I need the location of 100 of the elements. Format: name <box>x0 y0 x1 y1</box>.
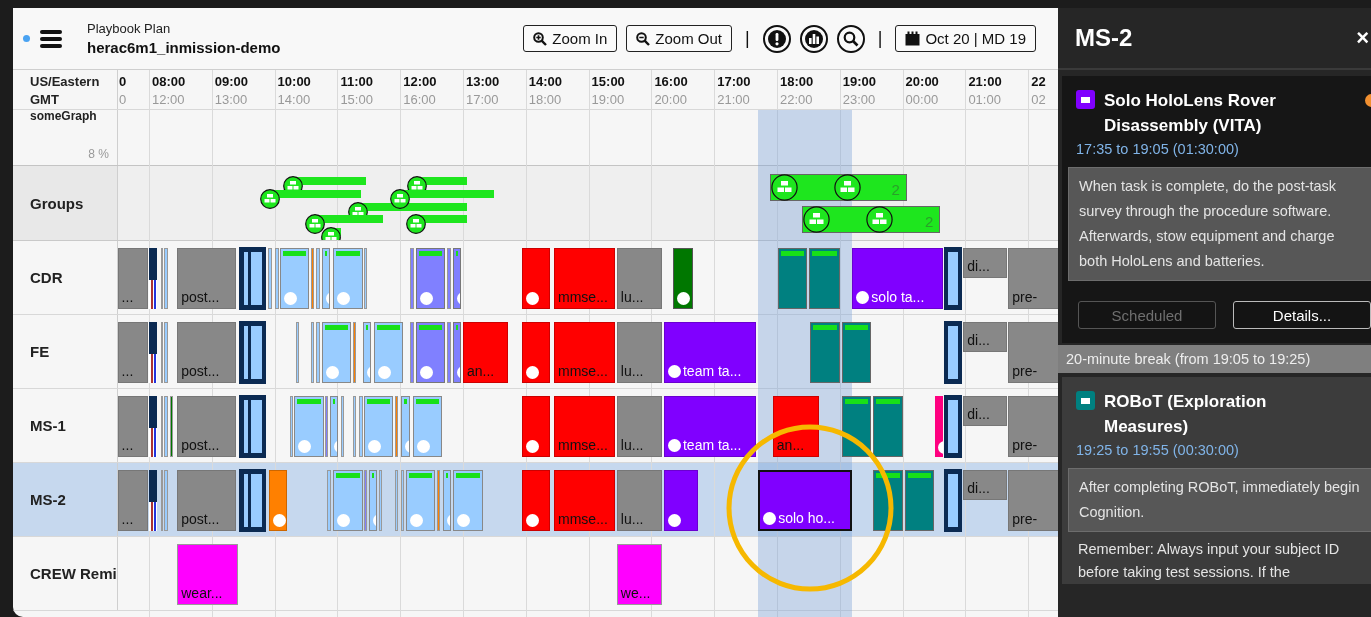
status-dot <box>23 35 30 42</box>
group-marker[interactable] <box>260 189 362 209</box>
task-block[interactable]: we... <box>616 544 662 605</box>
task-block[interactable]: post... <box>177 248 236 309</box>
timeline-row[interactable]: CREW Remi wear... we... <box>13 537 1058 611</box>
task-block[interactable]: mmse... <box>554 248 615 309</box>
menu-icon[interactable] <box>40 29 62 48</box>
task-block[interactable] <box>239 321 267 384</box>
gmt-hour-label: 18:00 <box>528 92 563 107</box>
timeline-row[interactable]: CDR ... post... mmse... lu... solo ta... di... pre- <box>13 241 1058 315</box>
hour-label: 08:00 <box>152 74 186 89</box>
task-label: ... <box>121 437 134 453</box>
activity-title: ROBoT (Exploration Measures) <box>1104 391 1268 438</box>
task-block[interactable]: wear... <box>177 544 238 605</box>
timezone-label: US/Eastern <box>30 74 101 89</box>
task-block[interactable]: lu... <box>616 470 662 531</box>
plan-title: herac6m1_inmission-demo <box>87 39 281 56</box>
task-label: pre- <box>1012 289 1038 305</box>
task-block[interactable]: an... <box>772 396 819 457</box>
task-block[interactable]: team ta... <box>663 396 757 457</box>
task-label: di... <box>967 480 990 496</box>
group-count: 2 <box>891 181 900 198</box>
task-block[interactable]: mmse... <box>554 322 615 383</box>
task-block[interactable]: mmse... <box>554 396 615 457</box>
timeline-row[interactable]: MS-1 ... post... mmse... lu... team ta... an... di... pre- <box>13 389 1058 463</box>
hour-label: 22 <box>1031 74 1046 89</box>
task-block[interactable] <box>239 247 267 310</box>
task-block[interactable] <box>149 248 158 309</box>
search-button[interactable] <box>836 24 865 53</box>
task-block[interactable]: ... <box>118 248 148 309</box>
task-block[interactable]: pre- <box>1008 248 1058 309</box>
close-button[interactable]: × <box>1356 25 1371 51</box>
task-block[interactable]: post... <box>177 396 236 457</box>
task-block[interactable]: mmse... <box>554 470 615 531</box>
task-block[interactable]: ... <box>118 322 148 383</box>
details-button[interactable]: Details... <box>1233 301 1371 329</box>
task-block[interactable]: pre- <box>1008 470 1058 531</box>
task-label: pre- <box>1012 511 1038 527</box>
search-icon <box>842 30 859 47</box>
zoom-out-button[interactable]: Zoom Out <box>626 25 732 52</box>
task-block[interactable]: solo ta... <box>852 248 944 309</box>
gmt-hour-label: 21:00 <box>717 92 751 107</box>
task-block[interactable]: post... <box>177 470 236 531</box>
task-block[interactable] <box>149 396 158 457</box>
task-block[interactable]: di... <box>963 248 1008 278</box>
task-block[interactable]: lu... <box>616 322 662 383</box>
alert-button[interactable] <box>762 24 791 53</box>
task-block[interactable]: ... <box>118 396 148 457</box>
gmt-hour-label: 20:00 <box>654 92 688 107</box>
gmt-hour-label: 15:00 <box>340 92 373 107</box>
task-label: mmse... <box>558 511 608 527</box>
break-banner: 20-minute break (from 19:05 to 19:25) <box>1058 345 1371 373</box>
app-subtitle: Playbook Plan <box>87 21 172 36</box>
hour-label: 14:00 <box>528 74 563 89</box>
hour-label: 10:00 <box>277 74 311 89</box>
task-block[interactable] <box>149 322 158 383</box>
task-block[interactable] <box>663 470 699 531</box>
gmt-hour-label: 19:00 <box>591 92 625 107</box>
task-label: mmse... <box>558 289 608 305</box>
task-block[interactable] <box>944 247 963 310</box>
task-block[interactable]: di... <box>963 322 1008 352</box>
task-block[interactable]: pre- <box>1008 322 1058 383</box>
task-block[interactable] <box>944 321 963 384</box>
task-block[interactable]: an... <box>463 322 508 383</box>
group-marker[interactable] <box>390 189 495 209</box>
task-block[interactable]: lu... <box>616 248 662 309</box>
task-block[interactable]: lu... <box>616 396 662 457</box>
group-icon <box>260 189 281 209</box>
task-block[interactable] <box>944 395 963 458</box>
task-block[interactable]: post... <box>177 322 236 383</box>
task-label: ... <box>121 363 134 379</box>
task-block[interactable] <box>239 469 267 532</box>
alert-icon <box>766 28 787 49</box>
chart-button[interactable] <box>799 24 828 53</box>
task-block[interactable]: di... <box>963 470 1008 500</box>
calendar-icon <box>905 31 921 46</box>
task-block[interactable]: di... <box>963 396 1008 426</box>
group-icon <box>770 174 798 201</box>
group-icon <box>866 206 894 233</box>
task-block[interactable]: ... <box>118 470 148 531</box>
task-block[interactable] <box>239 395 267 458</box>
date-button[interactable]: Oct 20 | MD 19 <box>895 25 1036 52</box>
gmt-hour-label: 16:00 <box>403 92 437 107</box>
group-icon <box>833 174 861 201</box>
timeline-row[interactable]: FE ... post... an... mmse... lu... team ta... di... pre- <box>13 315 1058 389</box>
task-block[interactable]: pre- <box>1008 396 1058 457</box>
group-icon <box>390 189 411 209</box>
task-label: ... <box>121 289 134 305</box>
task-label: lu... <box>620 511 644 527</box>
timeline-row[interactable]: MS-2 ... post... mmse... lu... solo ho... di... pre- <box>13 463 1058 537</box>
zoom-in-button[interactable]: Zoom In <box>523 25 618 52</box>
task-block[interactable]: team ta... <box>663 322 757 383</box>
activity-card[interactable]: ROBoT (Exploration Measures) 19:25 to 19:55 (00:30:00) After completing ROBoT, immediately begin Cognition. Remember: Always input your subject ID before taking test sessions. If the <box>1062 377 1371 584</box>
hour-label: 18:00 <box>780 74 814 89</box>
task-block[interactable] <box>673 248 694 309</box>
task-label: wear... <box>181 585 223 601</box>
task-block[interactable] <box>944 469 963 532</box>
task-block[interactable]: solo ho... <box>758 470 853 531</box>
activity-card[interactable] <box>1062 76 1371 343</box>
task-block[interactable] <box>149 470 158 531</box>
